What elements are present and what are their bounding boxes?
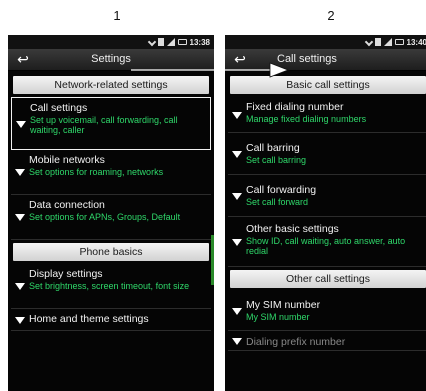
chevron-down-icon	[232, 238, 242, 246]
list-item-fixed-dialing[interactable]: Fixed dialing number Manage fixed dialin…	[228, 97, 426, 133]
item-title: Call forwarding	[246, 184, 317, 196]
item-title: Dialing prefix number	[246, 336, 346, 348]
step-number-2: 2	[327, 8, 335, 23]
chevron-down-icon	[15, 283, 25, 290]
list-item-call-barring[interactable]: Call barring Set call barring	[228, 133, 426, 175]
section-header-phone-basics: Phone basics	[13, 243, 209, 261]
list-item-my-sim-number[interactable]: My SIM number My SIM number	[228, 291, 426, 331]
item-title: Call barring	[246, 142, 300, 154]
item-subtitle: Set brightness, screen timeout, font siz…	[29, 281, 190, 291]
item-title: Call settings	[30, 102, 88, 114]
item-subtitle: Set options for roaming, networks	[29, 167, 164, 177]
item-subtitle: Set call forward	[246, 197, 309, 207]
missed-call-icon	[364, 37, 373, 47]
scrollbar[interactable]	[211, 235, 214, 285]
chevron-down-icon	[232, 150, 242, 158]
list-item-call-forwarding[interactable]: Call forwarding Set call forward	[228, 175, 426, 217]
section-header-network: Network-related settings	[13, 76, 209, 94]
list-item-display-settings[interactable]: Display settings Set brightness, screen …	[11, 264, 211, 309]
list-item-dialing-prefix[interactable]: Dialing prefix number	[228, 331, 426, 351]
status-bar: 13:38	[8, 35, 214, 49]
section-header-other: Other call settings	[230, 270, 426, 288]
chevron-down-icon	[232, 192, 242, 200]
item-title: Mobile networks	[29, 154, 105, 166]
item-subtitle: Set options for APNs, Groups, Default	[29, 212, 181, 222]
item-title: Data connection	[29, 199, 105, 211]
list-item-mobile-networks[interactable]: Mobile networks Set options for roaming,…	[11, 150, 211, 195]
item-subtitle: Manage fixed dialing numbers	[246, 114, 367, 124]
chevron-down-icon	[15, 316, 25, 324]
settings-screen: 13:38 ↩ Settings Network-related setting…	[8, 35, 214, 391]
chevron-down-icon	[15, 214, 25, 221]
settings-list: Network-related settings Call settings S…	[8, 71, 214, 331]
item-title: Home and theme settings	[29, 313, 149, 325]
missed-call-icon	[147, 37, 156, 47]
title-bar: ↩ Call settings	[225, 49, 426, 71]
chevron-down-icon	[232, 111, 242, 119]
chevron-down-icon	[232, 307, 242, 315]
section-header-basic: Basic call settings	[230, 76, 426, 94]
chevron-down-icon	[232, 337, 242, 345]
item-title: Other basic settings	[246, 223, 339, 235]
battery-icon	[394, 39, 404, 45]
list-item-data-connection[interactable]: Data connection Set options for APNs, Gr…	[11, 195, 211, 240]
chevron-down-icon	[15, 169, 25, 176]
item-subtitle: Set call barring	[246, 155, 307, 165]
chevron-down-icon	[16, 120, 26, 128]
sim-icon	[157, 38, 164, 46]
item-subtitle: My SIM number	[246, 312, 310, 322]
item-title: My SIM number	[246, 299, 321, 311]
call-settings-list: Basic call settings Fixed dialing number…	[225, 71, 426, 351]
list-item-call-settings[interactable]: Call settings Set up voicemail, call for…	[11, 97, 211, 150]
signal-icon	[166, 38, 175, 46]
status-time: 13:38	[189, 37, 210, 47]
item-title: Display settings	[29, 268, 103, 280]
list-item-other-basic[interactable]: Other basic settings Show ID, call waiti…	[228, 217, 426, 267]
status-bar: 13:40	[225, 35, 426, 49]
item-subtitle: Set up voicemail, call forwarding, call …	[30, 115, 178, 135]
sim-icon	[374, 38, 381, 46]
back-icon[interactable]: ↩	[231, 52, 249, 67]
page-title: Settings	[91, 53, 131, 65]
status-time: 13:40	[406, 37, 426, 47]
page-title: Call settings	[277, 53, 337, 65]
item-title: Fixed dialing number	[246, 101, 344, 113]
title-bar: ↩ Settings	[8, 49, 214, 71]
step-number-1: 1	[113, 8, 121, 23]
call-settings-screen: 13:40 ↩ Call settings Basic call setting…	[225, 35, 426, 391]
list-item-home-theme[interactable]: Home and theme settings	[11, 309, 211, 331]
battery-icon	[177, 39, 187, 45]
item-subtitle: Show ID, call waiting, auto answer, auto…	[246, 236, 406, 256]
signal-icon	[383, 38, 392, 46]
